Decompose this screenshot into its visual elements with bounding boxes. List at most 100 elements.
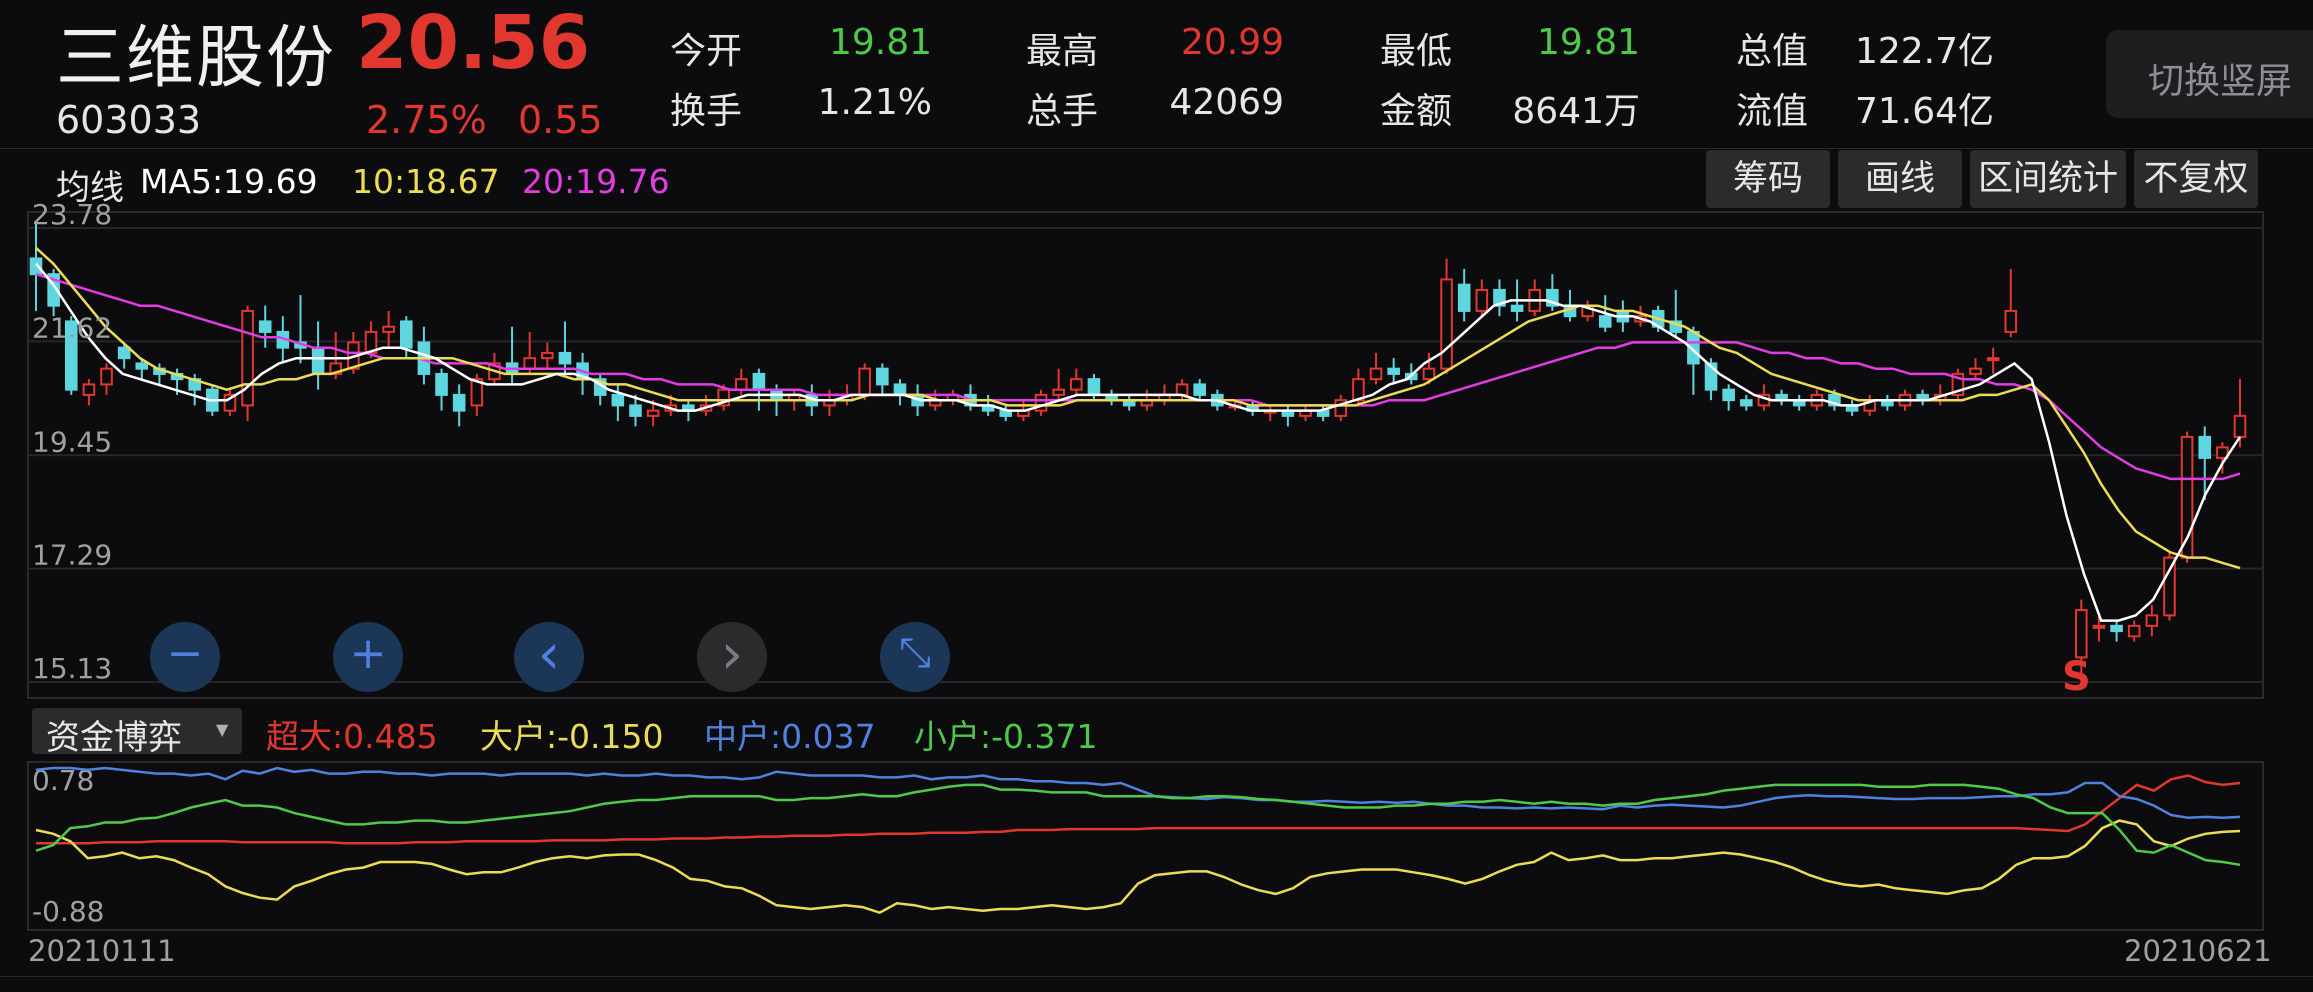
zoom-in-button[interactable]: + [333, 622, 403, 692]
stat-mktcap-value: 122.7亿 [1854, 31, 1994, 72]
ma20-line [35, 273, 2241, 481]
candle-body [1158, 393, 1171, 402]
candle-body [1122, 399, 1136, 407]
candle-body [541, 351, 554, 360]
range-stats-button[interactable]: 区间统计 [1970, 150, 2126, 208]
candle-body [505, 362, 519, 375]
candle-body [1933, 393, 1947, 402]
candle-body [2127, 624, 2141, 638]
k-ytick-label: 21.62 [32, 311, 112, 344]
fchart-frame [27, 761, 2264, 931]
candle-body [1440, 278, 1453, 370]
stat-amount-label: 金额 [1380, 91, 1453, 132]
candle-body [470, 378, 484, 407]
candle-body [1792, 399, 1806, 407]
zoom-out-button[interactable]: − [150, 622, 220, 692]
s-marker: S [2062, 654, 2091, 700]
fund-selector[interactable]: 资金博弈 ▼ [32, 708, 242, 758]
chevron-left-icon: ‹ [537, 622, 561, 687]
candle-body [682, 404, 695, 412]
candle-body [1369, 367, 1383, 381]
shrink-button[interactable]: ⤡ [880, 622, 950, 692]
ma20-value: 20:19.76 [522, 162, 670, 201]
candle-body [1598, 315, 1612, 328]
stat-mktcap-label: 总值 [1736, 31, 1809, 72]
candle-body [717, 388, 730, 407]
fund-large: 大户:-0.150 [480, 717, 664, 756]
switch-portrait-button[interactable]: 切换竖屏 [2106, 30, 2313, 118]
fund-small: 小户:-0.371 [914, 717, 1098, 756]
candle-body [805, 393, 819, 407]
fund-y-bottom: -0.88 [32, 895, 104, 928]
candle-body [611, 393, 625, 407]
candle-body [1757, 393, 1771, 407]
candle-body [64, 320, 78, 391]
candle-body [188, 378, 201, 391]
candle-body [840, 393, 854, 402]
candle-body [1740, 399, 1753, 407]
candle-body [770, 388, 783, 402]
candle-body [629, 404, 642, 417]
candle-body [1493, 288, 1506, 307]
candle-body [1069, 378, 1083, 391]
candle-body [1828, 393, 1841, 407]
candle-body [170, 372, 184, 381]
candle-body [1087, 378, 1101, 396]
candle-body [100, 367, 113, 386]
switch-portrait-label: 切换竖屏 [2148, 61, 2293, 102]
candle-body [2216, 446, 2229, 459]
candle-body [382, 325, 395, 333]
candle-body [294, 341, 307, 349]
stat-low-label: 最低 [1380, 31, 1453, 72]
candle-body [1616, 309, 1630, 323]
stock-price: 20.56 [356, 0, 591, 86]
stat-open-label: 今开 [670, 31, 743, 72]
candle-body [223, 393, 237, 412]
fund-y-top: 0.78 [32, 764, 94, 797]
change-amount: 0.55 [518, 98, 603, 142]
fund-medium: 中户:0.037 [704, 717, 876, 756]
candle-body [452, 393, 466, 412]
fund-super: 超大:0.485 [266, 717, 438, 756]
candle-body [2198, 435, 2212, 459]
candle-body [364, 330, 378, 354]
candle-body [2110, 624, 2123, 633]
minus-icon: − [166, 628, 204, 679]
candle-body [1193, 383, 1207, 396]
draw-line-button[interactable]: 画线 [1838, 150, 1962, 208]
candle-body [752, 372, 766, 391]
candle-body [1863, 399, 1877, 412]
ma10-value: 10:18.67 [352, 162, 500, 201]
candle-body [135, 362, 149, 370]
chevron-down-icon: ▼ [216, 720, 229, 739]
scroll-left-button[interactable]: ‹ [514, 622, 584, 692]
candle-body [1986, 357, 2000, 362]
candle-body [241, 309, 254, 407]
scroll-right-button[interactable]: › [697, 622, 767, 692]
candle-body [206, 388, 219, 412]
candle-body [1634, 315, 1647, 323]
small-line [35, 783, 2241, 867]
candle-body [2180, 435, 2194, 559]
candle-body [117, 346, 131, 360]
candle-body [2145, 614, 2159, 627]
candle-body [47, 273, 60, 307]
candle-body [981, 404, 995, 412]
candle-body [2092, 624, 2106, 629]
stat-float-value: 71.64亿 [1854, 91, 1994, 132]
candle-body [1704, 362, 1718, 391]
adjust-button[interactable]: 不复权 [2134, 150, 2258, 208]
candle-body [1140, 399, 1154, 407]
candle-body [1775, 393, 1788, 402]
ma-label: 均线 [56, 168, 124, 208]
candle-body [1105, 393, 1118, 402]
stat-float-label: 流值 [1736, 91, 1809, 132]
candle-body [1457, 283, 1471, 312]
candle-body [2075, 609, 2088, 659]
candle-body [1052, 388, 1065, 396]
plus-icon: + [349, 628, 387, 679]
footer-divider [0, 976, 2313, 977]
candle-body [1669, 320, 1683, 333]
chips-button[interactable]: 筹码 [1706, 150, 1830, 208]
candle-body [1881, 399, 1894, 407]
